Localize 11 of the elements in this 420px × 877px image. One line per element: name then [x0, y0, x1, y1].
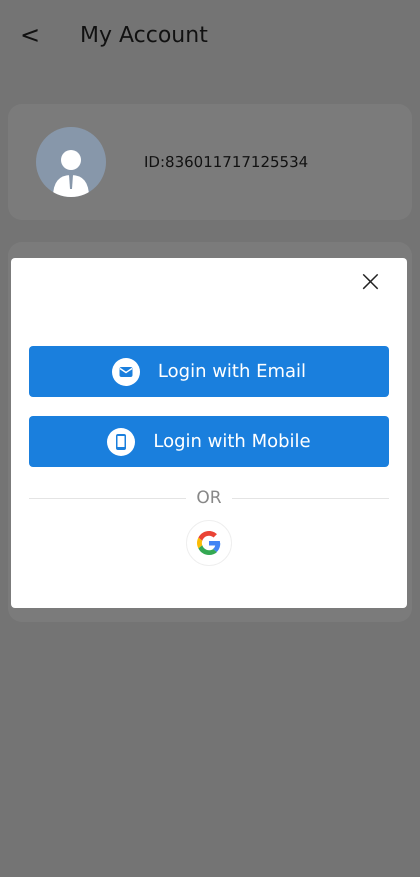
phone-icon — [107, 428, 136, 456]
google-icon — [197, 531, 221, 555]
back-button[interactable]: < — [20, 21, 40, 49]
close-button[interactable]: × — [352, 266, 389, 298]
login-button[interactable]: Login with Email — [29, 346, 389, 397]
user-id: ID:836011717125534 — [144, 153, 308, 171]
envelope-icon — [112, 358, 140, 386]
google-login-button[interactable] — [186, 520, 232, 566]
divider-label: OR — [196, 488, 222, 508]
login-button[interactable]: Login with Mobile — [29, 416, 389, 467]
page-title: My Account — [80, 22, 208, 48]
